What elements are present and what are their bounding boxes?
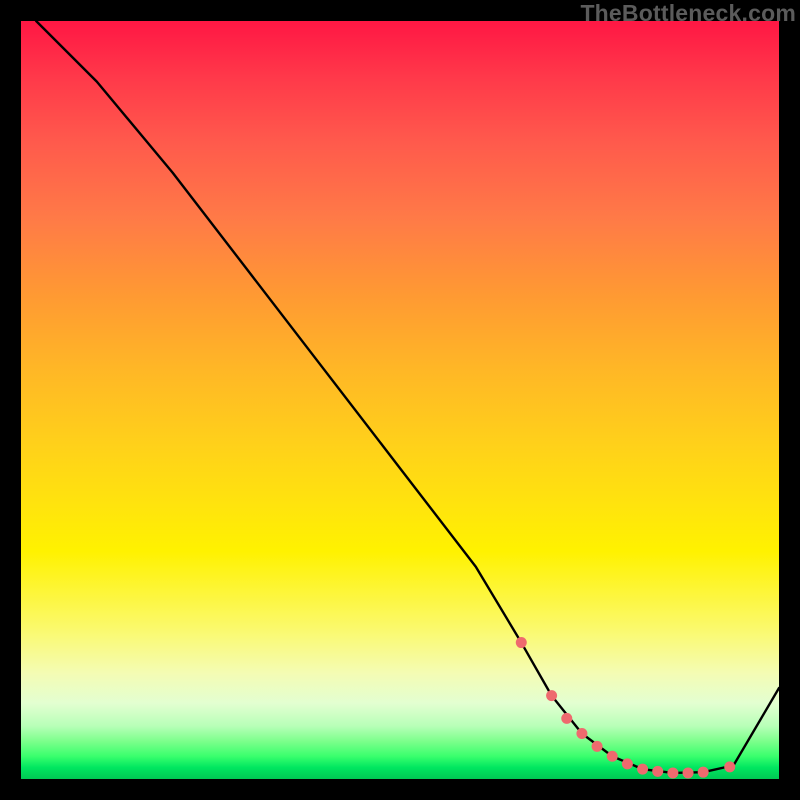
curve-marker [622, 758, 633, 769]
curve-marker [576, 728, 587, 739]
curve-marker [637, 764, 648, 775]
watermark-text: TheBottleneck.com [580, 0, 796, 27]
curve-marker [698, 767, 709, 778]
curve-marker [592, 741, 603, 752]
plot-frame [21, 21, 779, 779]
curve-marker [516, 637, 527, 648]
curve-marker [607, 751, 618, 762]
curve-marker [561, 713, 572, 724]
curve-marker [546, 690, 557, 701]
curve-marker [683, 767, 694, 778]
curve-marker [724, 761, 735, 772]
curve-marker [652, 766, 663, 777]
plot-overlay [21, 21, 779, 779]
curve-marker [667, 767, 678, 778]
bottleneck-curve [36, 21, 779, 773]
